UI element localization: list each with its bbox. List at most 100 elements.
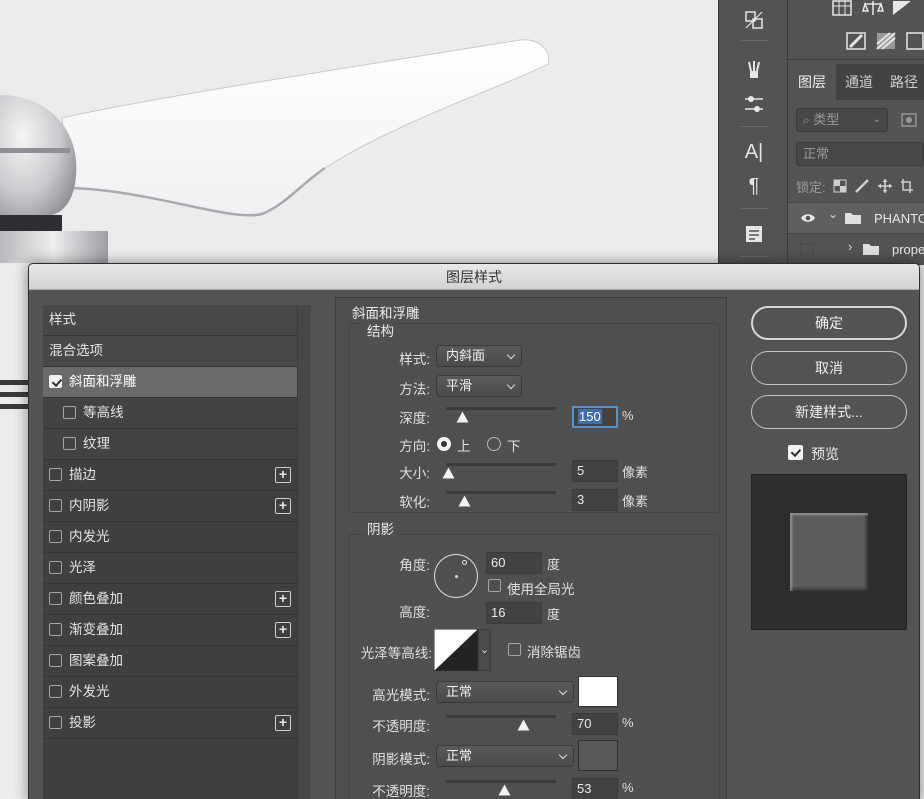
- style-item[interactable]: 描边 +: [43, 460, 297, 491]
- soften-input[interactable]: 3: [572, 489, 618, 511]
- highlight-mode-select[interactable]: 正常: [436, 681, 574, 703]
- angle-input[interactable]: 60: [486, 552, 542, 574]
- global-light-checkbox[interactable]: [488, 579, 501, 592]
- chevron-right-icon[interactable]: ›: [848, 239, 852, 254]
- antialias-checkbox[interactable]: [508, 643, 521, 656]
- properties-icon[interactable]: [739, 220, 769, 248]
- shadow-opacity-input[interactable]: 53: [572, 778, 618, 799]
- adjustments-panel: [788, 0, 924, 60]
- depth-slider-handle[interactable]: [456, 411, 469, 423]
- invert-icon[interactable]: [846, 32, 866, 50]
- style-checkbox[interactable]: [49, 375, 62, 388]
- highlight-opacity-slider-handle[interactable]: [517, 719, 530, 731]
- style-checkbox[interactable]: [49, 623, 62, 636]
- direction-up-radio[interactable]: [437, 437, 451, 451]
- style-item[interactable]: 纹理: [43, 429, 297, 460]
- ok-button[interactable]: 确定: [751, 306, 907, 340]
- style-item[interactable]: 斜面和浮雕: [43, 367, 297, 398]
- add-effect-icon[interactable]: +: [275, 498, 291, 514]
- visibility-toggle[interactable]: [800, 243, 814, 255]
- add-effect-icon[interactable]: +: [275, 715, 291, 731]
- shadow-color-swatch[interactable]: [578, 740, 618, 771]
- technique-select[interactable]: 平滑: [436, 375, 522, 397]
- selective-color-icon[interactable]: [906, 32, 924, 50]
- toolstrip-divider: [741, 40, 769, 41]
- lock-artboard-icon[interactable]: [900, 178, 914, 194]
- layer-name: PHANTO: [874, 211, 924, 226]
- style-item[interactable]: 外发光: [43, 677, 297, 708]
- style-checkbox[interactable]: [49, 716, 62, 729]
- shadow-mode-select[interactable]: 正常: [436, 745, 574, 767]
- style-checkbox[interactable]: [63, 437, 76, 450]
- gloss-contour-picker[interactable]: ⌄: [434, 629, 491, 671]
- layer-style-dialog: 图层样式 样式 混合选项 斜面和浮雕 等高线 纹理 描边 + 内阴影 + 内发光 光泽 颜色叠加 + 渐变…: [28, 263, 920, 799]
- new-style-button[interactable]: 新建样式...: [751, 395, 907, 429]
- layer-row[interactable]: ⌄ PHANTO: [788, 202, 924, 233]
- style-checkbox[interactable]: [49, 499, 62, 512]
- style-checkbox[interactable]: [49, 561, 62, 574]
- depth-input[interactable]: 150: [572, 406, 618, 428]
- style-item[interactable]: 图案叠加: [43, 646, 297, 677]
- style-item[interactable]: 颜色叠加 +: [43, 584, 297, 615]
- size-slider-track[interactable]: [446, 463, 556, 466]
- lock-brush-icon[interactable]: [854, 178, 870, 194]
- highlight-mode-value: 正常: [446, 684, 473, 699]
- pixel-filter-icon[interactable]: [900, 112, 920, 130]
- highlight-color-swatch[interactable]: [578, 676, 618, 707]
- layer-filter-select[interactable]: ⌕ 类型 ⌄: [796, 108, 888, 132]
- bevel-style-select[interactable]: 内斜面: [436, 345, 522, 367]
- direction-down-radio[interactable]: [487, 437, 501, 451]
- brush-settings-icon[interactable]: [739, 90, 769, 118]
- lock-transparent-icon[interactable]: [833, 179, 847, 193]
- eye-icon[interactable]: [800, 212, 816, 227]
- color-balance-icon[interactable]: [862, 0, 884, 18]
- depth-slider-track[interactable]: [446, 407, 556, 410]
- levels-icon[interactable]: [832, 0, 852, 18]
- soften-slider-track[interactable]: [446, 491, 556, 494]
- paragraph-icon[interactable]: ¶: [739, 172, 769, 200]
- add-effect-icon[interactable]: +: [275, 622, 291, 638]
- layer-row[interactable]: › prope: [788, 233, 924, 264]
- shadow-opacity-slider-track[interactable]: [446, 780, 556, 783]
- tab-paths[interactable]: 路径: [882, 64, 924, 100]
- style-list: 样式 混合选项 斜面和浮雕 等高线 纹理 描边 + 内阴影 + 内发光光泽 颜色叠加 + 渐变叠加 + 图案…: [43, 305, 297, 799]
- brush-presets-icon[interactable]: [739, 56, 769, 84]
- lock-position-icon[interactable]: [877, 178, 893, 194]
- size-slider-handle[interactable]: [442, 467, 455, 479]
- tab-layers[interactable]: 图层: [788, 64, 836, 100]
- gradient-map-icon[interactable]: [876, 32, 896, 50]
- style-item[interactable]: 光泽: [43, 553, 297, 584]
- style-item-label: 内发光: [69, 529, 110, 544]
- history-icon[interactable]: [739, 6, 769, 34]
- add-effect-icon[interactable]: +: [275, 591, 291, 607]
- style-item[interactable]: 等高线: [43, 398, 297, 429]
- add-effect-icon[interactable]: +: [275, 467, 291, 483]
- soften-slider-handle[interactable]: [458, 495, 471, 507]
- style-checkbox[interactable]: [49, 530, 62, 543]
- style-checkbox[interactable]: [49, 654, 62, 667]
- highlight-opacity-input[interactable]: 70: [572, 713, 618, 735]
- style-item[interactable]: 混合选项: [43, 336, 297, 367]
- style-list-scrollbar[interactable]: [297, 305, 311, 799]
- style-item[interactable]: 内阴影 +: [43, 491, 297, 522]
- style-item[interactable]: 投影 +: [43, 708, 297, 739]
- style-checkbox[interactable]: [49, 592, 62, 605]
- character-icon[interactable]: A|: [739, 138, 769, 166]
- highlight-opacity-slider-track[interactable]: [446, 715, 556, 718]
- chevron-down-icon[interactable]: ⌄: [828, 207, 838, 221]
- shadow-opacity-slider-handle[interactable]: [498, 784, 511, 796]
- style-item[interactable]: 内发光: [43, 522, 297, 553]
- black-white-icon[interactable]: [892, 0, 912, 18]
- altitude-input[interactable]: 16: [486, 602, 542, 624]
- style-checkbox[interactable]: [49, 685, 62, 698]
- size-input[interactable]: 5: [572, 460, 618, 482]
- style-item[interactable]: 样式: [43, 305, 297, 336]
- style-checkbox[interactable]: [49, 468, 62, 481]
- cancel-button[interactable]: 取消: [751, 351, 907, 385]
- tab-channels[interactable]: 通道: [836, 64, 882, 100]
- layer-blend-mode-select[interactable]: 正常: [796, 142, 924, 166]
- style-item[interactable]: 渐变叠加 +: [43, 615, 297, 646]
- style-checkbox[interactable]: [63, 406, 76, 419]
- preview-checkbox[interactable]: [788, 445, 803, 460]
- angle-dial[interactable]: [434, 554, 478, 598]
